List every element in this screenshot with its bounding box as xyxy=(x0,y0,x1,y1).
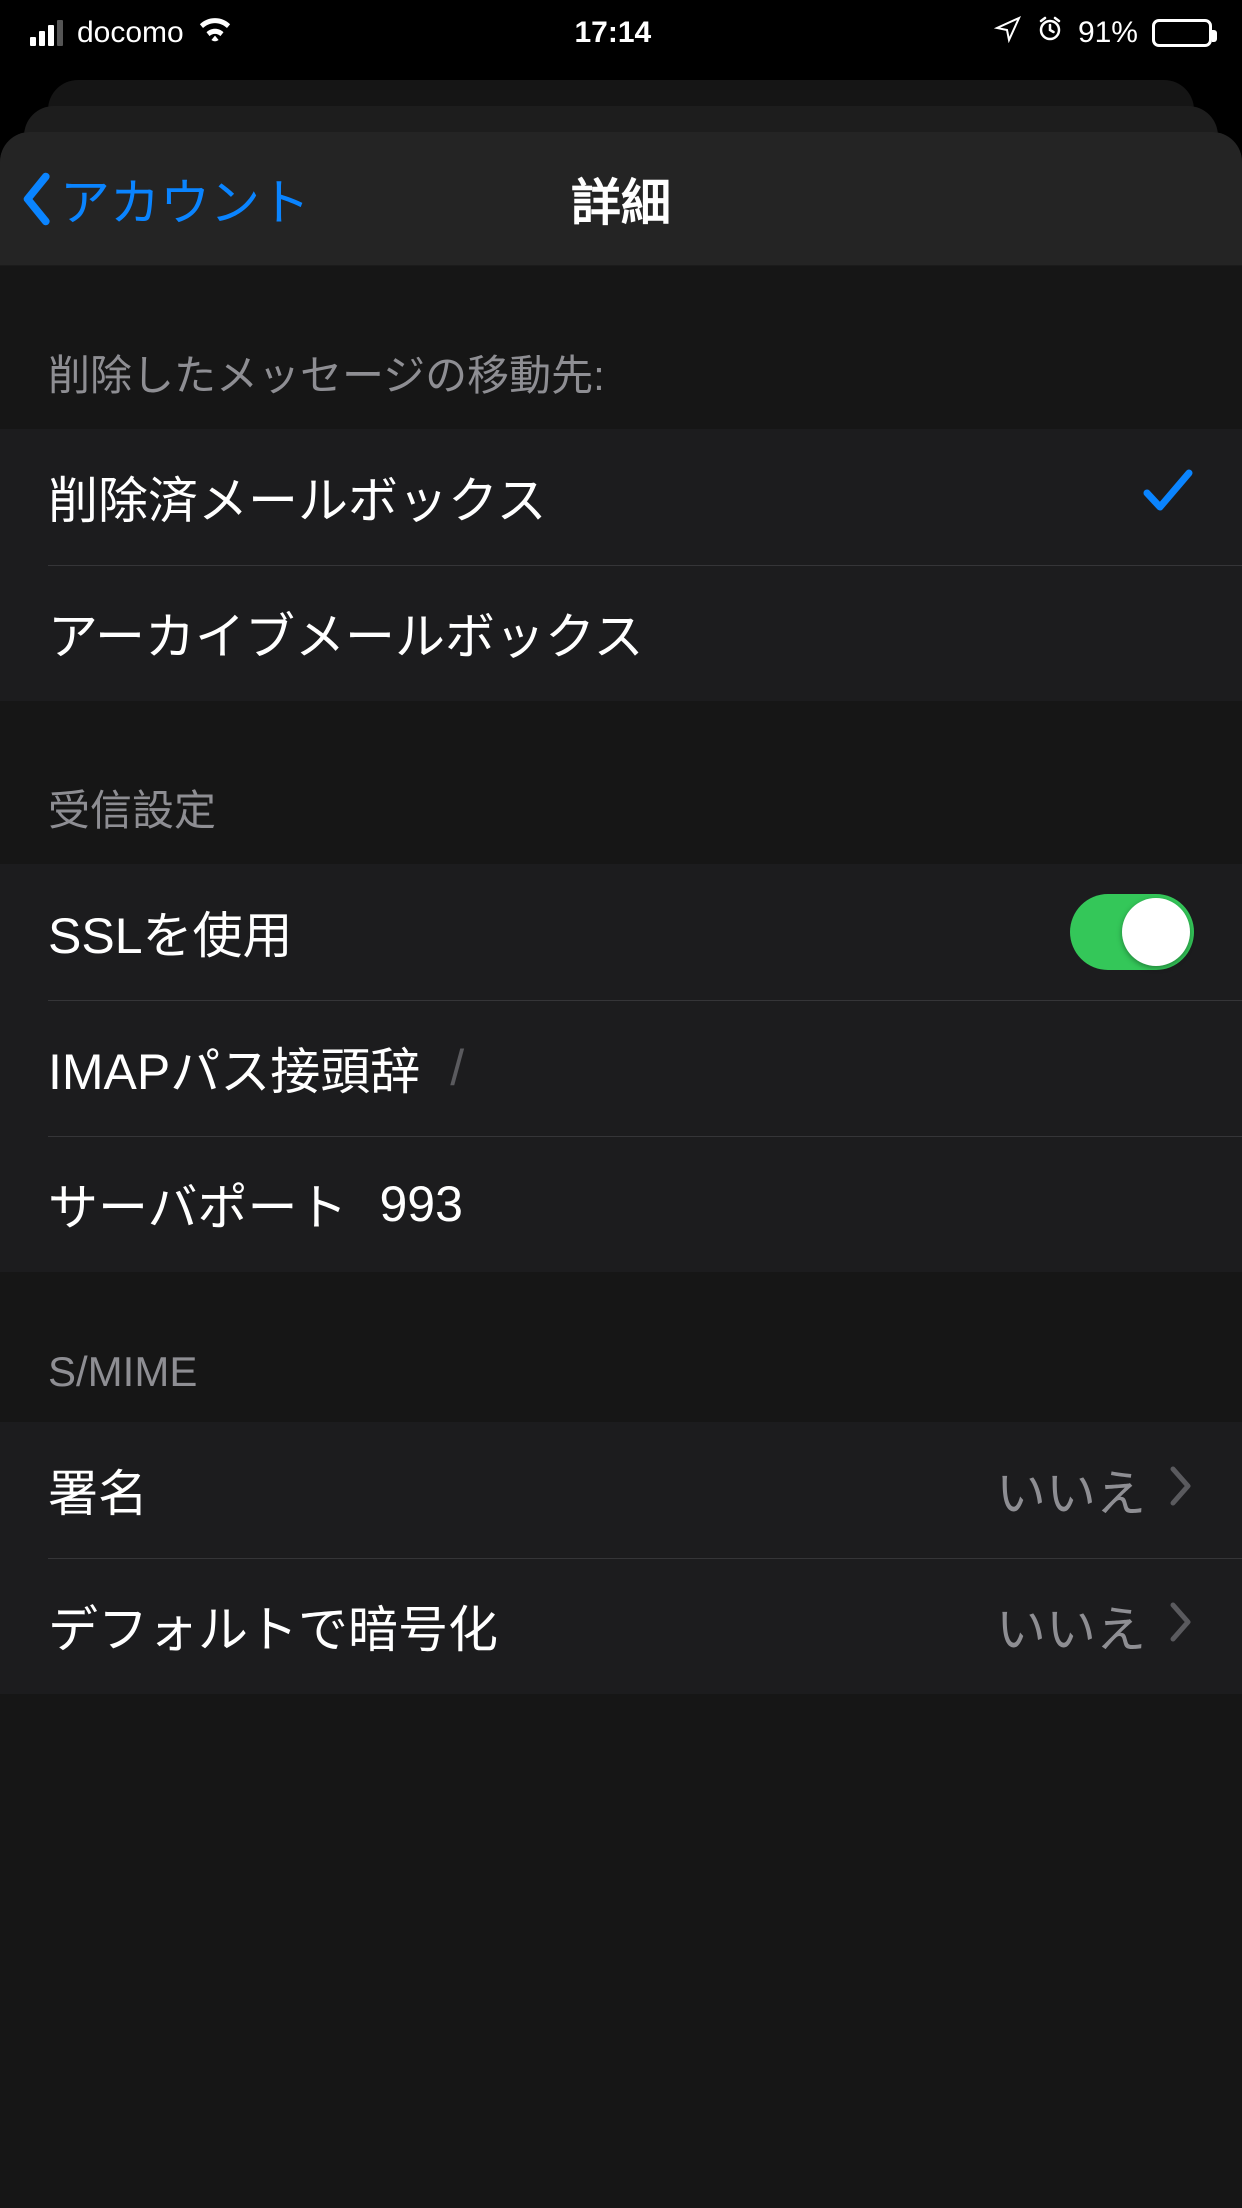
row-use-ssl[interactable]: SSLを使用 xyxy=(0,864,1242,1000)
value-server-port: 993 xyxy=(380,1175,463,1233)
value-sign: いいえ xyxy=(996,1454,1146,1526)
wifi-icon xyxy=(198,16,232,50)
content: 削除したメッセージの移動先: 削除済メールボックス アーカイブメールボックス 受… xyxy=(0,266,1242,1694)
chevron-left-icon xyxy=(18,171,54,227)
status-time: 17:14 xyxy=(574,16,651,50)
settings-sheet: アカウント 詳細 削除したメッセージの移動先: 削除済メールボックス アーカイブ… xyxy=(0,132,1242,2208)
value-imap-prefix: / xyxy=(450,1039,464,1097)
label-sign: 署名 xyxy=(48,1454,148,1526)
status-right: 91% xyxy=(994,15,1212,51)
row-archive-mailbox[interactable]: アーカイブメールボックス xyxy=(0,565,1242,701)
chevron-right-icon xyxy=(1168,1597,1194,1655)
status-left: docomo xyxy=(30,16,232,50)
section-header-incoming: 受信設定 xyxy=(0,701,1242,864)
toggle-ssl[interactable] xyxy=(1070,894,1194,970)
label-deleted-mailbox: 削除済メールボックス xyxy=(48,461,547,533)
back-button[interactable]: アカウント xyxy=(0,163,310,235)
group-deleted: 削除済メールボックス アーカイブメールボックス xyxy=(0,429,1242,701)
location-icon xyxy=(994,15,1022,51)
row-sign[interactable]: 署名 いいえ xyxy=(0,1422,1242,1558)
carrier-label: docomo xyxy=(77,16,184,50)
row-deleted-mailbox[interactable]: 削除済メールボックス xyxy=(0,429,1242,565)
group-smime: 署名 いいえ デフォルトで暗号化 いいえ xyxy=(0,1422,1242,1694)
battery-icon xyxy=(1152,19,1212,47)
chevron-right-icon xyxy=(1168,1461,1194,1519)
label-archive-mailbox: アーカイブメールボックス xyxy=(48,597,644,669)
nav-bar: アカウント 詳細 xyxy=(0,132,1242,266)
row-encrypt-default[interactable]: デフォルトで暗号化 いいえ xyxy=(0,1558,1242,1694)
checkmark-icon xyxy=(1142,467,1194,527)
value-encrypt-default: いいえ xyxy=(996,1590,1146,1662)
row-imap-prefix[interactable]: IMAPパス接頭辞 / xyxy=(0,1000,1242,1136)
label-server-port: サーバポート xyxy=(48,1168,348,1240)
status-bar: docomo 17:14 91% xyxy=(0,0,1242,66)
alarm-icon xyxy=(1036,15,1064,51)
battery-pct: 91% xyxy=(1078,16,1138,50)
section-header-deleted: 削除したメッセージの移動先: xyxy=(0,266,1242,429)
label-encrypt-default: デフォルトで暗号化 xyxy=(48,1590,498,1662)
back-label: アカウント xyxy=(60,163,310,235)
group-incoming: SSLを使用 IMAPパス接頭辞 / サーバポート 993 xyxy=(0,864,1242,1272)
label-imap-prefix: IMAPパス接頭辞 xyxy=(48,1032,420,1104)
row-server-port[interactable]: サーバポート 993 xyxy=(0,1136,1242,1272)
label-use-ssl: SSLを使用 xyxy=(48,896,293,968)
section-header-smime: S/MIME xyxy=(0,1272,1242,1422)
signal-icon xyxy=(30,20,63,46)
